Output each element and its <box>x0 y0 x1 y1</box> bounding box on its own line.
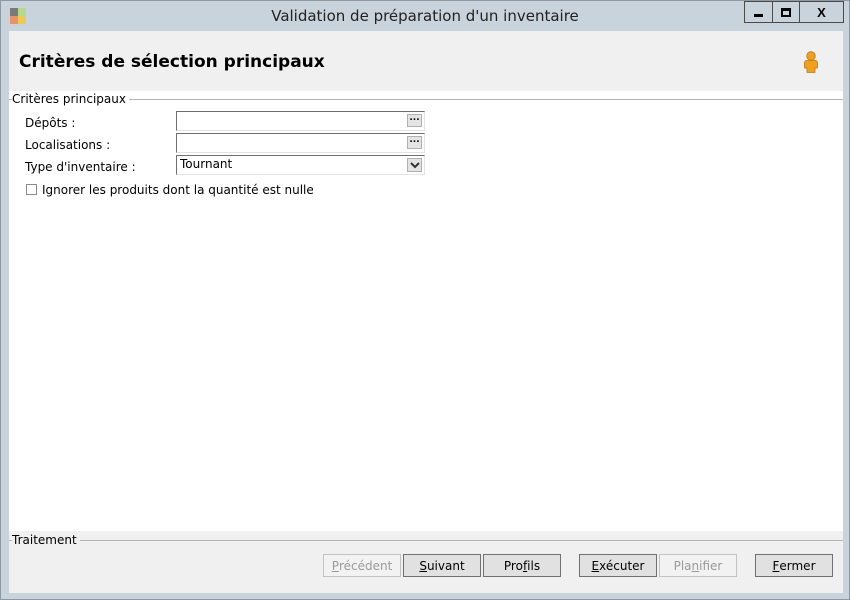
ignore-zero-quantity-checkbox[interactable] <box>26 184 37 195</box>
inventory-type-label: Type d'inventaire : <box>25 160 136 174</box>
maximize-icon <box>781 7 791 17</box>
criteria-group-legend: Critères principaux <box>12 92 129 106</box>
previous-button[interactable]: Précédent <box>323 554 401 577</box>
header-band: Critères de sélection principaux <box>9 31 843 91</box>
close-window-button[interactable]: X <box>799 1 844 23</box>
close-button[interactable]: Fermer <box>755 554 833 577</box>
localisations-field[interactable]: ... <box>176 133 425 153</box>
chevron-down-icon <box>410 162 420 169</box>
close-icon: X <box>817 4 826 20</box>
maximize-button[interactable] <box>772 1 800 23</box>
inventory-type-value: Tournant <box>180 157 233 171</box>
localisations-browse-button[interactable]: ... <box>407 136 422 149</box>
minimize-button[interactable] <box>744 1 773 23</box>
window-title: Validation de préparation d'un inventair… <box>271 7 579 25</box>
processing-group-divider <box>9 540 843 541</box>
profiles-button[interactable]: Pro f ils <box>483 554 561 577</box>
inventory-type-dropdown-button[interactable] <box>407 158 422 172</box>
execute-button[interactable]: Exécuter <box>579 554 657 577</box>
depots-field[interactable]: ... <box>176 111 425 131</box>
depots-browse-button[interactable]: ... <box>407 114 422 127</box>
application-window: Validation de préparation d'un inventair… <box>0 0 850 600</box>
depots-label: Dépôts : <box>25 116 76 130</box>
user-icon[interactable] <box>802 51 820 73</box>
criteria-group-divider <box>9 99 843 100</box>
next-button[interactable]: Suivant <box>403 554 481 577</box>
inventory-type-select[interactable]: Tournant <box>176 155 425 175</box>
ignore-zero-quantity-label[interactable]: Ignorer les produits dont la quantité es… <box>42 183 314 197</box>
localisations-label: Localisations : <box>25 138 111 152</box>
minimize-icon <box>754 13 763 17</box>
title-bar[interactable]: Validation de préparation d'un inventair… <box>1 1 849 31</box>
schedule-button[interactable]: Pla n ifier <box>659 554 737 577</box>
processing-group-legend: Traitement <box>12 533 80 547</box>
client-area: Critères de sélection principaux Critère… <box>9 31 843 593</box>
page-title: Critères de sélection principaux <box>19 52 325 72</box>
